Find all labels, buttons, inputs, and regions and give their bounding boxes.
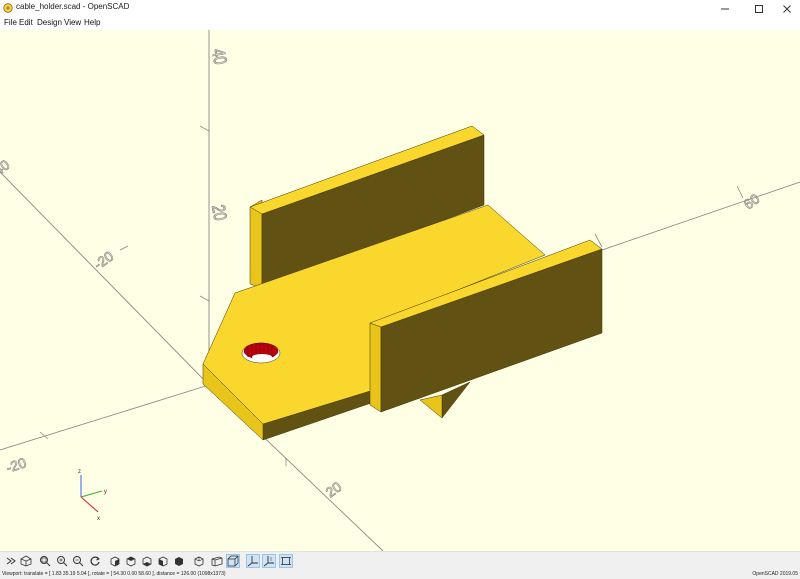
menu-design[interactable]: Design <box>37 18 62 27</box>
zoom-in-icon <box>57 556 68 567</box>
scene-canvas[interactable]: 40 20 -20 -20 20 60 40 z y x <box>0 30 800 551</box>
y-tick-label-pos: 60 <box>741 190 763 212</box>
toolbar-view-top-button[interactable] <box>124 554 138 568</box>
toolbar-show-axes-button[interactable] <box>246 554 260 568</box>
openscad-logo-icon <box>3 3 13 13</box>
toolbar-render-button[interactable] <box>19 554 33 568</box>
reset-view-icon <box>90 556 100 566</box>
close-button[interactable] <box>772 0 800 17</box>
status-bar: Viewport: translate = [ 1.83 35.19 5.04 … <box>0 570 800 579</box>
gizmo-x-label: x <box>97 516 100 522</box>
toolbar-view-front-button[interactable] <box>172 554 186 568</box>
view-toolbar <box>0 551 800 570</box>
z-tick-label-top: 40 <box>208 47 231 66</box>
view-right-icon <box>110 556 120 567</box>
maximize-button[interactable] <box>744 0 774 17</box>
3d-viewport[interactable]: 40 20 -20 -20 20 60 40 z y x <box>0 30 800 551</box>
view-top-icon <box>126 556 136 567</box>
show-axes-icon <box>247 556 258 567</box>
toolbar-orthogonal-button[interactable] <box>226 554 240 568</box>
menu-file[interactable]: File <box>4 18 17 27</box>
mounting-hole-bottom <box>252 354 272 360</box>
openscad-window: cable_holder.scad - OpenSCAD File Edit D… <box>0 0 800 579</box>
y-axis-positive <box>0 171 210 386</box>
toolbar-view-all-button[interactable] <box>38 554 52 568</box>
show-scale-icon <box>263 556 274 567</box>
gizmo-z-label: z <box>78 469 81 475</box>
menu-bar: File Edit Design View Help <box>0 17 800 30</box>
toolbar-show-scale-button[interactable] <box>262 554 276 568</box>
toolbar-perspective-button[interactable] <box>210 554 224 568</box>
menu-help[interactable]: Help <box>84 18 100 27</box>
menu-view[interactable]: View <box>64 18 81 27</box>
window-title: cable_holder.scad - OpenSCAD <box>16 2 130 11</box>
toolbar-view-left-button[interactable] <box>156 554 170 568</box>
minimize-icon <box>721 8 729 9</box>
title-bar[interactable]: cable_holder.scad - OpenSCAD <box>0 0 800 17</box>
orientation-gizmo: z y x <box>78 469 107 522</box>
front-wall-left-edge <box>369 322 382 413</box>
view-left-icon <box>158 556 168 567</box>
toolbar-view-back-button[interactable] <box>192 554 206 568</box>
toolbar-view-right-button[interactable] <box>108 554 122 568</box>
toolbar-show-edges-button[interactable] <box>279 554 293 568</box>
version-text: OpenSCAD 2019.05 <box>752 571 798 577</box>
zoom-out-icon <box>73 556 84 567</box>
toolbar-zoom-out-button[interactable] <box>71 554 85 568</box>
view-bottom-icon <box>142 556 152 567</box>
perspective-icon <box>211 556 223 567</box>
x-tick-label-pos: 20 <box>323 478 345 500</box>
close-icon <box>783 4 791 13</box>
minimize-button[interactable] <box>710 0 740 17</box>
orthogonal-icon <box>227 555 239 567</box>
cable-holder-model[interactable] <box>202 125 603 441</box>
view-front-icon <box>175 557 183 566</box>
show-edges-icon <box>281 557 291 565</box>
maximize-icon <box>755 4 763 13</box>
toolbar-zoom-in-button[interactable] <box>55 554 69 568</box>
view-all-icon <box>40 556 51 567</box>
z-tick-label-mid: 20 <box>208 203 231 222</box>
x-axis-negative <box>0 384 210 451</box>
preview-icon <box>6 557 16 565</box>
toolbar-reset-view-button[interactable] <box>88 554 102 568</box>
toolbar-preview-button[interactable] <box>4 554 18 568</box>
render-icon <box>20 555 32 567</box>
view-back-icon <box>194 556 204 567</box>
support-strut-side <box>419 394 443 419</box>
gizmo-y-label: y <box>104 489 107 495</box>
toolbar-view-bottom-button[interactable] <box>140 554 154 568</box>
left-edge-tick-label: 40 <box>0 156 13 178</box>
viewport-status-text: Viewport: translate = [ 1.83 35.19 5.04 … <box>2 571 226 577</box>
menu-edit[interactable]: Edit <box>19 18 33 27</box>
x-tick-label-neg: -20 <box>4 454 28 476</box>
